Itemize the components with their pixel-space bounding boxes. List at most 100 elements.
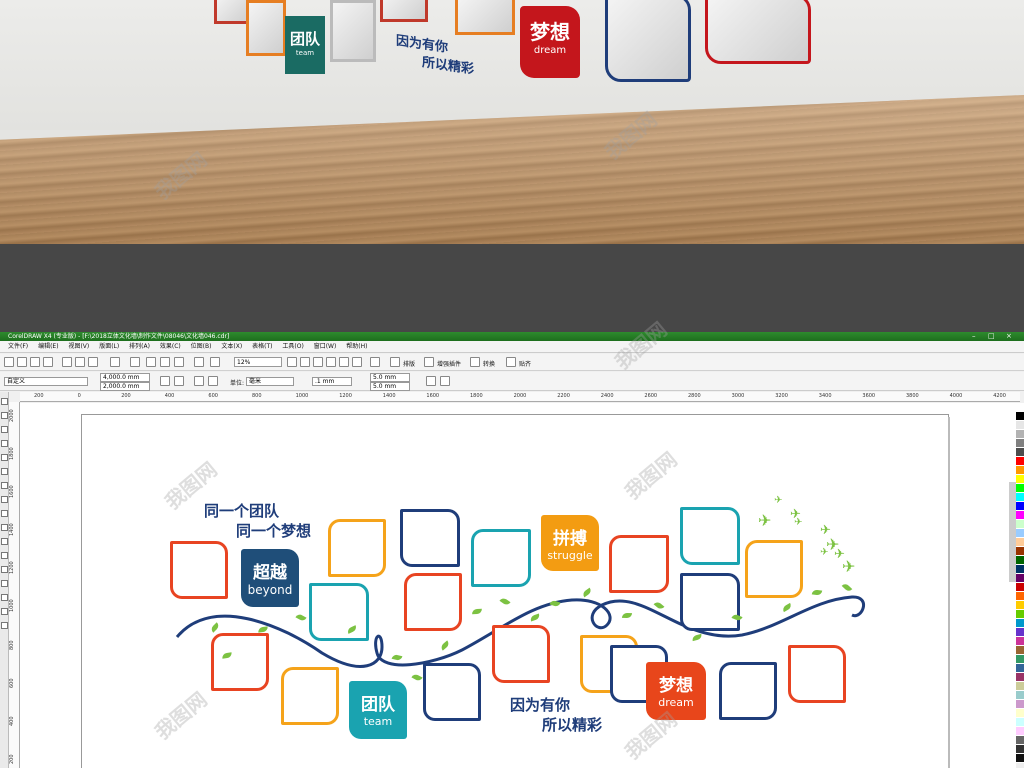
palette-swatch[interactable] (1016, 502, 1024, 511)
palette-swatch[interactable] (1016, 646, 1024, 655)
search-icon[interactable] (146, 357, 156, 367)
zoom-level-select[interactable]: 12% (234, 357, 282, 367)
photo-frame[interactable] (211, 633, 269, 691)
cut-icon[interactable] (62, 357, 72, 367)
palette-swatch[interactable] (1016, 574, 1024, 583)
palette-swatch[interactable] (1016, 655, 1024, 664)
photo-frame[interactable] (492, 625, 550, 683)
crop-tool-icon[interactable] (1, 426, 8, 433)
convert-icon[interactable] (470, 357, 480, 367)
badge-beyond[interactable]: 超越 beyond (241, 549, 299, 607)
badge-struggle[interactable]: 拼搏 struggle (541, 515, 599, 571)
palette-swatch[interactable] (1016, 601, 1024, 610)
all-pages-icon[interactable] (194, 376, 204, 386)
layout-label[interactable]: 排版 (403, 359, 415, 368)
zoom-tool-icon[interactable] (1, 440, 8, 447)
welcome-screen-icon[interactable] (210, 357, 220, 367)
palette-swatch[interactable] (1016, 619, 1024, 628)
palette-swatch[interactable] (1016, 583, 1024, 592)
rectangle-tool-icon[interactable] (1, 482, 8, 489)
palette-swatch[interactable] (1016, 439, 1024, 448)
photo-frame[interactable] (309, 583, 369, 641)
zoom-width-icon[interactable] (352, 357, 362, 367)
menu-arrange[interactable]: 排列(A) (129, 341, 150, 353)
palette-swatch[interactable] (1016, 610, 1024, 619)
photo-frame[interactable] (400, 509, 460, 567)
menu-view[interactable]: 视图(V) (68, 341, 89, 353)
basic-shapes-icon[interactable] (1, 524, 8, 531)
horizontal-ruler[interactable]: 200 0 200 400 600 800 1000 1200 1400 1600 1800 2000… (20, 392, 1020, 402)
plugin-label[interactable]: 增强插件 (437, 359, 461, 368)
palette-swatch[interactable] (1016, 745, 1024, 754)
shape-tool-icon[interactable] (1, 412, 8, 419)
menu-layout[interactable]: 版面(L) (99, 341, 119, 353)
menu-effects[interactable]: 效果(C) (160, 341, 181, 353)
palette-swatch[interactable] (1016, 754, 1024, 763)
palette-swatch[interactable] (1016, 421, 1024, 430)
palette-swatch[interactable] (1016, 529, 1024, 538)
app-launcher-icon[interactable] (194, 357, 204, 367)
interactive-fill-icon[interactable] (1, 622, 8, 629)
zoom-out-icon[interactable] (300, 357, 310, 367)
zoom-in-icon[interactable] (287, 357, 297, 367)
palette-swatch[interactable] (1016, 547, 1024, 556)
eyedropper-icon[interactable] (1, 580, 8, 587)
palette-swatch[interactable] (1016, 430, 1024, 439)
photo-frame[interactable] (719, 662, 777, 720)
copy-icon[interactable] (75, 357, 85, 367)
menu-text[interactable]: 文本(X) (221, 341, 242, 353)
vertical-ruler[interactable]: 2000 1800 1600 1400 1200 1000 800 600 400 200 (9, 402, 20, 768)
page-width-field[interactable]: 4,000.0 mm (100, 373, 150, 382)
treat-as-filled-icon[interactable] (426, 376, 436, 386)
palette-swatch[interactable] (1016, 664, 1024, 673)
menu-help[interactable]: 帮助(H) (346, 341, 367, 353)
photo-frame[interactable] (680, 573, 740, 631)
pan-icon[interactable] (370, 357, 380, 367)
palette-swatch[interactable] (1016, 718, 1024, 727)
layout-icon[interactable] (390, 357, 400, 367)
palette-swatch[interactable] (1016, 493, 1024, 502)
text-tool-icon[interactable] (1, 538, 8, 545)
menu-window[interactable]: 窗口(W) (314, 341, 337, 353)
palette-swatch[interactable] (1016, 637, 1024, 646)
export-icon[interactable] (174, 357, 184, 367)
palette-swatch[interactable] (1016, 475, 1024, 484)
zoom-page-icon[interactable] (339, 357, 349, 367)
palette-swatch[interactable] (1016, 565, 1024, 574)
palette-swatch[interactable] (1016, 709, 1024, 718)
palette-swatch[interactable] (1016, 457, 1024, 466)
duplicate-y-field[interactable]: 5.0 mm (370, 382, 410, 391)
fill-tool-icon[interactable] (1, 608, 8, 615)
photo-frame[interactable] (680, 507, 740, 565)
minimize-icon[interactable]: – (972, 332, 976, 341)
menu-bitmaps[interactable]: 位图(B) (191, 341, 212, 353)
slogan-text[interactable]: 同一个团队 同一个梦想 (204, 501, 311, 541)
maximize-icon[interactable]: □ (988, 332, 995, 341)
photo-frame[interactable] (404, 573, 462, 631)
save-icon[interactable] (30, 357, 40, 367)
redo-icon[interactable] (130, 357, 140, 367)
menu-file[interactable]: 文件(F) (8, 341, 28, 353)
table-tool-icon[interactable] (1, 552, 8, 559)
palette-swatch[interactable] (1016, 673, 1024, 682)
photo-frame[interactable] (328, 519, 386, 577)
close-icon[interactable]: × (1006, 332, 1012, 341)
pick-tool-icon[interactable] (1, 398, 8, 405)
open-folder-icon[interactable] (17, 357, 27, 367)
page-height-field[interactable]: 2,000.0 mm (100, 382, 150, 391)
menu-edit[interactable]: 编辑(E) (38, 341, 58, 353)
menu-table[interactable]: 表格(T) (252, 341, 272, 353)
palette-swatch[interactable] (1016, 466, 1024, 475)
photo-frame[interactable] (745, 540, 803, 598)
options-icon[interactable] (440, 376, 450, 386)
paste-icon[interactable] (88, 357, 98, 367)
palette-swatch[interactable] (1016, 736, 1024, 745)
palette-swatch[interactable] (1016, 484, 1024, 493)
palette-swatch[interactable] (1016, 691, 1024, 700)
zoom-selected-icon[interactable] (313, 357, 323, 367)
slogan-text[interactable]: 因为有你 所以精彩 (510, 695, 602, 735)
palette-swatch[interactable] (1016, 727, 1024, 736)
snap-icon[interactable] (506, 357, 516, 367)
palette-swatch[interactable] (1016, 448, 1024, 457)
current-page-icon[interactable] (208, 376, 218, 386)
